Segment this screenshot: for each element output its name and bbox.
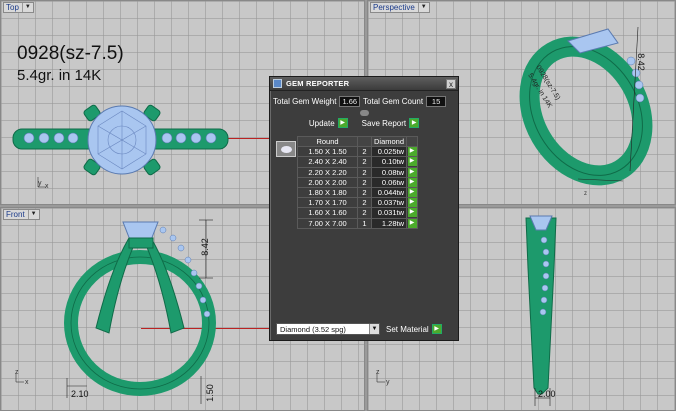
svg-text:z: z — [15, 369, 19, 376]
dimension-label: 8.42 — [199, 238, 210, 256]
row-action-cell: ▶ — [406, 176, 419, 188]
set-material-label: Set Material — [386, 324, 429, 334]
play-icon[interactable]: ▶ — [407, 198, 417, 208]
column-header-go — [406, 135, 419, 148]
update-button[interactable]: Update ▶ — [309, 118, 348, 128]
svg-text:z: z — [376, 369, 380, 376]
play-icon[interactable]: ▶ — [407, 167, 417, 177]
gem-weight-cell: 1.28tw — [370, 217, 408, 229]
gem-weight-cell: 0.031tw — [370, 207, 408, 219]
update-label: Update — [308, 118, 335, 128]
close-button[interactable]: x — [446, 78, 456, 89]
table-row[interactable]: 2.40 X 2.40 2 0.10tw ▶ — [297, 156, 419, 168]
play-icon[interactable]: ▶ — [431, 324, 442, 334]
gem-size-cell: 1.70 X 1.70 — [297, 197, 358, 209]
dimension-label: 1.50 — [204, 384, 215, 402]
gem-qty-cell: 2 — [357, 146, 372, 158]
dimension-label: 2.10 — [71, 389, 89, 399]
play-icon[interactable]: ▶ — [407, 208, 417, 218]
gem-qty-cell: 1 — [357, 217, 372, 229]
play-icon[interactable]: ▶ — [337, 118, 348, 128]
gem-weight-cell: 0.025tw — [370, 146, 408, 158]
gem-qty-cell: 2 — [357, 176, 372, 188]
gem-size-cell: 1.80 X 1.80 — [297, 186, 358, 199]
gem-size-cell: 7.00 X 7.00 — [297, 217, 358, 229]
material-select-value: Diamond (3.52 spg) — [280, 324, 346, 334]
material-row: Diamond (3.52 spg) ▼ Set Material ▶ — [276, 323, 442, 335]
table-row[interactable]: 2.20 X 2.20 2 0.08tw ▶ — [297, 166, 419, 178]
row-action-cell: ▶ — [406, 207, 419, 219]
row-action-cell: ▶ — [406, 217, 419, 229]
save-report-button[interactable]: Save Report ▶ — [361, 118, 420, 128]
row-action-cell: ▶ — [406, 166, 419, 178]
collapse-handle[interactable] — [360, 110, 369, 116]
play-icon[interactable]: ▶ — [407, 188, 417, 198]
round-gem-icon — [281, 146, 292, 153]
action-row: Update ▶ Save Report ▶ — [270, 118, 458, 128]
table-row[interactable]: 7.00 X 7.00 1 1.28tw ▶ — [297, 217, 419, 229]
gem-table: Round Diamond 1.50 X 1.50 2 0.025tw ▶ 2.40 X… — [297, 135, 419, 229]
row-action-cell: ▶ — [406, 146, 419, 158]
play-icon[interactable]: ▶ — [409, 118, 420, 128]
column-header-qty — [357, 135, 372, 148]
panel-titlebar[interactable]: GEM REPORTER x — [270, 77, 458, 91]
table-row[interactable]: 1.60 X 1.60 2 0.031tw ▶ — [297, 207, 419, 219]
gem-qty-cell: 2 — [357, 207, 372, 219]
gem-qty-cell: 2 — [357, 166, 372, 178]
gem-size-cell: 2.40 X 2.40 — [297, 156, 358, 168]
row-action-cell: ▶ — [406, 197, 419, 209]
gem-size-cell: 2.20 X 2.20 — [297, 166, 358, 178]
column-header-shape: Round — [297, 135, 358, 148]
gem-size-cell: 2.00 X 2.00 — [297, 176, 358, 188]
save-report-label: Save Report — [361, 118, 407, 128]
svg-text:x: x — [25, 379, 29, 386]
column-header-material: Diamond — [370, 135, 408, 148]
gem-table-body: 1.50 X 1.50 2 0.025tw ▶ 2.40 X 2.40 2 0.10tw ▶ 2… — [297, 146, 419, 229]
table-row[interactable]: 2.00 X 2.00 2 0.06tw ▶ — [297, 176, 419, 188]
play-icon[interactable]: ▶ — [407, 218, 417, 228]
table-row[interactable]: 1.70 X 1.70 2 0.037tw ▶ — [297, 197, 419, 209]
gem-size-cell: 1.60 X 1.60 — [297, 207, 358, 219]
total-weight-label: Total Gem Weight — [273, 97, 337, 106]
total-count-label: Total Gem Count — [363, 97, 424, 106]
svg-text:x: x — [45, 183, 49, 190]
gem-qty-cell: 2 — [357, 156, 372, 168]
gem-weight-cell: 0.037tw — [370, 197, 408, 209]
svg-text:y: y — [386, 379, 390, 386]
set-material-button[interactable]: Set Material ▶ — [386, 324, 442, 334]
gem-stats-row: Total Gem Weight 1.66 Total Gem Count 15 — [273, 96, 447, 107]
dimension-label: 2.00 — [538, 389, 556, 399]
play-icon[interactable]: ▶ — [407, 157, 417, 167]
gem-weight-cell: 0.10tw — [370, 156, 408, 168]
svg-text:y: y — [38, 180, 42, 187]
gem-thumbnail[interactable] — [276, 141, 296, 157]
total-weight-value: 1.66 — [339, 96, 361, 107]
gem-size-cell: 1.50 X 1.50 — [297, 146, 358, 158]
play-icon[interactable]: ▶ — [407, 177, 417, 187]
play-icon[interactable]: ▶ — [407, 147, 417, 157]
gem-qty-cell: 2 — [357, 186, 372, 199]
dimension-label: 8.42 — [635, 53, 646, 71]
table-row[interactable]: 1.50 X 1.50 2 0.025tw ▶ — [297, 146, 419, 158]
gem-reporter-panel[interactable]: GEM REPORTER x Total Gem Weight 1.66 Tot… — [269, 76, 459, 341]
panel-title: GEM REPORTER — [286, 79, 350, 88]
chevron-down-icon[interactable]: ▼ — [369, 324, 379, 334]
gem-weight-cell: 0.044tw — [370, 186, 408, 199]
svg-text:z: z — [584, 191, 587, 197]
gem-weight-cell: 0.06tw — [370, 176, 408, 188]
row-action-cell: ▶ — [406, 156, 419, 168]
table-row[interactable]: 1.80 X 1.80 2 0.044tw ▶ — [297, 186, 419, 199]
gem-icon — [273, 79, 282, 88]
gem-qty-cell: 2 — [357, 197, 372, 209]
gem-weight-cell: 0.08tw — [370, 166, 408, 178]
row-action-cell: ▶ — [406, 186, 419, 199]
total-count-value: 15 — [426, 96, 447, 107]
material-select[interactable]: Diamond (3.52 spg) ▼ — [276, 323, 380, 335]
